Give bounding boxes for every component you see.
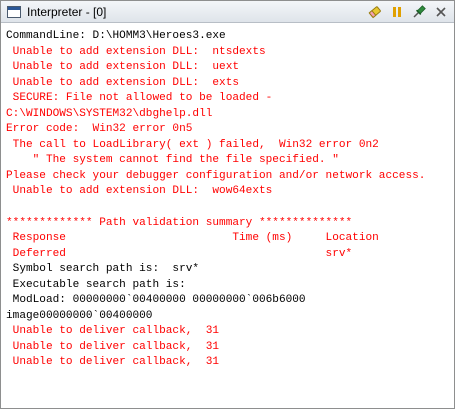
pin-icon[interactable] bbox=[410, 3, 428, 21]
interpreter-window: Interpreter - [0] CommandLine: D:\HOMM3\… bbox=[0, 0, 455, 409]
output-line: Unable to add extension DLL: wow64exts bbox=[6, 185, 273, 198]
eraser-icon[interactable] bbox=[366, 3, 384, 21]
output-line: Error code: Win32 error 0n5 bbox=[6, 123, 193, 136]
title-toolbar bbox=[366, 3, 450, 21]
output-line: ************* Path validation summary **… bbox=[6, 216, 353, 229]
pause-icon[interactable] bbox=[388, 3, 406, 21]
output-line: ModLoad: 00000000`00400000 00000000`006b… bbox=[6, 294, 306, 307]
output-line: Response Time (ms) Location bbox=[6, 232, 379, 245]
output-line: The call to LoadLibrary( ext ) failed, W… bbox=[6, 138, 379, 151]
window-app-icon bbox=[7, 5, 21, 18]
close-icon[interactable] bbox=[432, 3, 450, 21]
output-line: Unable to add extension DLL: uext bbox=[6, 61, 240, 74]
output-line: Unable to deliver callback, 31 bbox=[6, 356, 220, 369]
output-pane[interactable]: CommandLine: D:\HOMM3\Heroes3.exe Unable… bbox=[1, 23, 454, 408]
output-line: Unable to deliver callback, 31 bbox=[6, 325, 220, 338]
title-bar[interactable]: Interpreter - [0] bbox=[1, 1, 454, 23]
output-line: Unable to deliver callback, 31 bbox=[6, 340, 220, 353]
output-line: Please check your debugger configuration… bbox=[6, 169, 426, 182]
output-line: Symbol search path is: srv* bbox=[6, 263, 200, 276]
output-line: " The system cannot find the file specif… bbox=[6, 154, 339, 167]
window-title: Interpreter - [0] bbox=[27, 4, 107, 19]
output-line: Unable to add extension DLL: ntsdexts bbox=[6, 45, 266, 58]
output-line: image00000000`00400000 bbox=[6, 309, 153, 322]
output-line: C:\WINDOWS\SYSTEM32\dbghelp.dll bbox=[6, 107, 213, 120]
output-line: CommandLine: D:\HOMM3\Heroes3.exe bbox=[6, 30, 226, 42]
output-line: Deferred srv* bbox=[6, 247, 353, 260]
output-line: Unable to add extension DLL: exts bbox=[6, 76, 240, 89]
output-line: Executable search path is: bbox=[6, 278, 186, 291]
output-line: SECURE: File not allowed to be loaded - bbox=[6, 92, 273, 105]
